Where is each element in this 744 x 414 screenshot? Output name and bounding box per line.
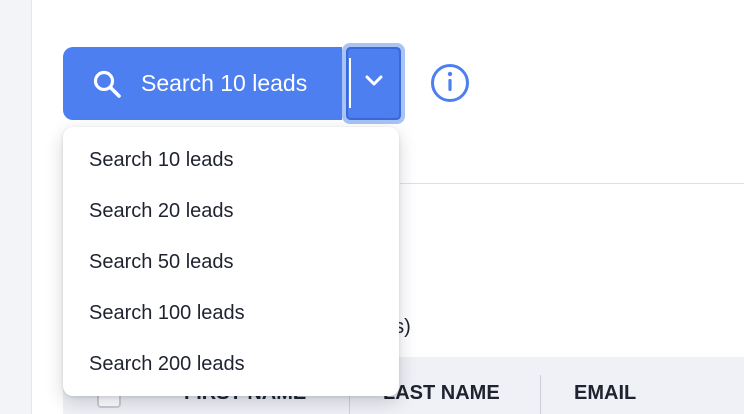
search-options-toggle[interactable] xyxy=(342,43,405,124)
focus-ring xyxy=(346,47,401,120)
menu-item-search-10[interactable]: Search 10 leads xyxy=(63,135,399,186)
column-header-last-name[interactable]: LAST NAME xyxy=(383,382,500,405)
menu-item-search-200[interactable]: Search 200 leads xyxy=(63,339,399,390)
search-split-button: Search 10 leads xyxy=(63,43,405,124)
menu-item-search-100[interactable]: Search 100 leads xyxy=(63,288,399,339)
search-button[interactable]: Search 10 leads xyxy=(63,47,342,120)
info-button[interactable] xyxy=(431,64,469,102)
search-button-label: Search 10 leads xyxy=(141,70,308,96)
search-icon xyxy=(92,69,122,99)
search-count-menu: Search 10 leads Search 20 leads Search 5… xyxy=(63,127,399,396)
page: Search 10 leads ds) FIRST NAME LAST NAME xyxy=(0,0,744,414)
menu-item-search-50[interactable]: Search 50 leads xyxy=(63,237,399,288)
column-separator xyxy=(540,375,541,414)
split-divider xyxy=(349,58,351,108)
info-icon xyxy=(440,69,460,98)
column-header-email[interactable]: EMAIL xyxy=(574,382,636,405)
menu-item-search-20[interactable]: Search 20 leads xyxy=(63,186,399,237)
section-divider xyxy=(400,183,744,184)
left-rail xyxy=(0,0,32,414)
